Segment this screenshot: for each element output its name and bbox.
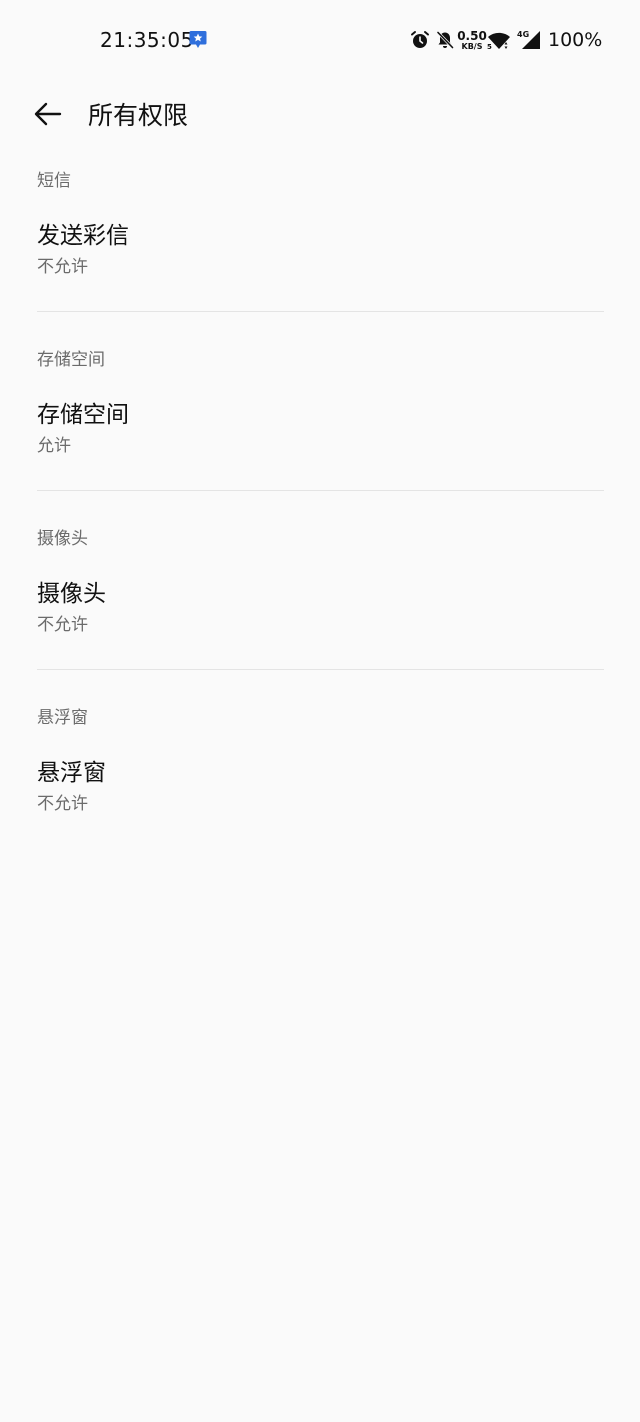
net-speed-unit: KB/S <box>461 42 483 51</box>
divider <box>37 669 604 670</box>
mute-bell-icon <box>435 30 455 54</box>
permission-item-send-mms[interactable]: 发送彩信 不允许 <box>0 200 640 300</box>
status-icons: 0.50 KB/S 5 4G 100% <box>0 0 640 80</box>
permission-list: 短信 发送彩信 不允许 存储空间 存储空间 允许 摄像头 摄像头 不允许 悬浮窗… <box>0 150 640 866</box>
cell-signal-icon: 4G <box>516 28 542 54</box>
section-camera: 摄像头 摄像头 不允许 <box>0 508 640 687</box>
section-sms: 短信 发送彩信 不允许 <box>0 150 640 329</box>
permission-status: 不允许 <box>37 794 88 814</box>
permission-item-storage[interactable]: 存储空间 允许 <box>0 379 640 479</box>
divider <box>37 490 604 491</box>
screen: 21:35:05 0.50 KB/S 5 4G 100% 所有权限 短信 发送彩… <box>0 0 640 1422</box>
permission-item-camera[interactable]: 摄像头 不允许 <box>0 558 640 658</box>
section-floating-window: 悬浮窗 悬浮窗 不允许 <box>0 687 640 866</box>
permission-title: 摄像头 <box>37 581 106 607</box>
back-button[interactable] <box>30 96 66 132</box>
network-speed: 0.50 KB/S <box>457 30 487 51</box>
permission-title: 发送彩信 <box>37 223 129 249</box>
page-title: 所有权限 <box>88 101 189 130</box>
permission-title: 悬浮窗 <box>37 760 106 786</box>
section-header: 摄像头 <box>37 529 88 549</box>
permission-item-floating-window[interactable]: 悬浮窗 不允许 <box>0 737 640 837</box>
wifi-icon: 5 <box>487 31 511 54</box>
status-bar: 21:35:05 0.50 KB/S 5 4G 100% <box>0 0 640 80</box>
permission-status: 不允许 <box>37 615 88 635</box>
battery-level: 100% <box>548 29 603 51</box>
divider <box>37 311 604 312</box>
back-arrow-icon <box>34 102 62 126</box>
signal-label: 4G <box>517 30 529 39</box>
section-header: 存储空间 <box>37 350 105 370</box>
permission-title: 存储空间 <box>37 402 129 428</box>
section-storage: 存储空间 存储空间 允许 <box>0 329 640 508</box>
wifi-badge: 5 <box>487 43 492 50</box>
net-speed-value: 0.50 <box>457 29 487 43</box>
alarm-icon <box>410 30 430 54</box>
section-header: 短信 <box>37 171 71 191</box>
permission-status: 不允许 <box>37 257 88 277</box>
section-header: 悬浮窗 <box>37 708 88 728</box>
permission-status: 允许 <box>37 436 71 456</box>
app-bar: 所有权限 <box>0 86 640 142</box>
